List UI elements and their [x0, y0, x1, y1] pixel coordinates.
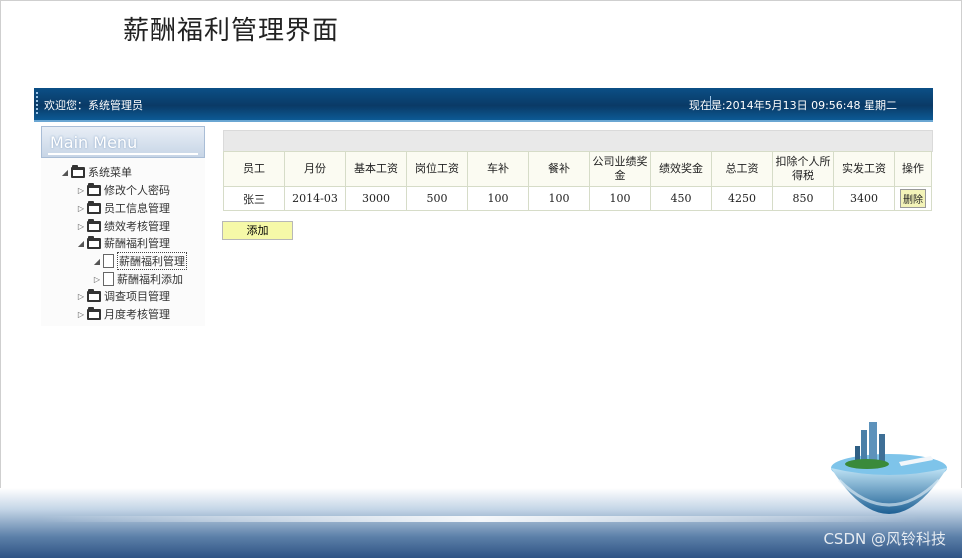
tree-item-label: 绩效考核管理 [104, 220, 170, 233]
cell-employee: 张三 [223, 186, 285, 211]
add-button[interactable]: 添加 [222, 221, 293, 240]
collapsed-triangle-icon[interactable]: ▷ [91, 275, 103, 284]
column-header[interactable]: 餐补 [528, 151, 590, 187]
column-header[interactable]: 月份 [284, 151, 346, 187]
folder-icon [87, 235, 101, 249]
column-header[interactable]: 车补 [467, 151, 529, 187]
cell-position-salary: 500 [406, 186, 468, 211]
tree-item-label: 月度考核管理 [104, 308, 170, 321]
tree-item-survey[interactable]: ▷ 调查项目管理 [75, 288, 170, 304]
tree-item-salary-manage[interactable]: ◢ 薪酬福利管理 [91, 252, 187, 270]
collapsed-triangle-icon[interactable]: ▷ [75, 310, 87, 319]
tree-item-salary[interactable]: ◢ 薪酬福利管理 [75, 235, 170, 251]
cell-income-tax: 850 [772, 186, 834, 211]
column-header[interactable]: 绩效奖金 [650, 151, 712, 187]
expanded-triangle-icon[interactable]: ◢ [91, 257, 103, 266]
table-row[interactable]: 张三 2014-03 3000 500 100 100 100 450 4250… [223, 186, 932, 211]
collapsed-triangle-icon[interactable]: ▷ [75, 204, 87, 213]
tree-root-label: 系统菜单 [88, 166, 132, 179]
collapsed-triangle-icon[interactable]: ▷ [75, 186, 87, 195]
tree-item-label: 薪酬福利添加 [117, 273, 183, 286]
salary-table: 员工 月份 基本工资 岗位工资 车补 餐补 公司业绩奖金 绩效奖金 总工资 扣除… [223, 151, 932, 211]
column-header[interactable]: 公司业绩奖金 [589, 151, 651, 187]
collapsed-triangle-icon[interactable]: ▷ [75, 222, 87, 231]
cell-month: 2014-03 [284, 186, 346, 211]
cell-car-allowance: 100 [467, 186, 529, 211]
folder-icon [87, 218, 101, 232]
cell-total-salary: 4250 [711, 186, 773, 211]
expanded-triangle-icon[interactable]: ◢ [75, 239, 87, 248]
sidebar-header-underline [48, 153, 198, 155]
cell-meal-allowance: 100 [528, 186, 590, 211]
table-header-row: 员工 月份 基本工资 岗位工资 车补 餐补 公司业绩奖金 绩效奖金 总工资 扣除… [223, 151, 932, 187]
tree-item-monthly-review[interactable]: ▷ 月度考核管理 [75, 306, 170, 322]
tree-item-label: 员工信息管理 [104, 202, 170, 215]
delete-button[interactable]: 删除 [900, 189, 926, 208]
sidebar: Main Menu ◢ 系统菜单 ▷ 修改个人密码 ▷ 员工信息管理 ▷ 绩效考… [41, 126, 205, 326]
column-header: 操作 [894, 151, 932, 187]
column-header[interactable]: 岗位工资 [406, 151, 468, 187]
sidebar-header: Main Menu [41, 126, 205, 158]
cell-performance-bonus: 450 [650, 186, 712, 211]
cell-actions: 删除 [894, 186, 932, 211]
current-datetime: 现在是:2014年5月13日 09:56:48 星期二 [688, 99, 897, 112]
folder-icon [87, 182, 101, 196]
city-globe-icon [831, 422, 947, 514]
cell-company-bonus: 100 [589, 186, 651, 211]
tree-item-label-selected: 薪酬福利管理 [117, 252, 187, 270]
header-divider [36, 92, 40, 114]
tree-item-label: 调查项目管理 [104, 290, 170, 303]
cell-net-salary: 3400 [833, 186, 895, 211]
footer-banner [0, 488, 962, 558]
tree-item-label: 修改个人密码 [104, 184, 170, 197]
footer-light-streak [40, 516, 920, 522]
sidebar-title: Main Menu [50, 133, 138, 152]
collapsed-triangle-icon[interactable]: ▷ [75, 292, 87, 301]
welcome-text: 欢迎您：系统管理员 [44, 99, 143, 112]
tree-item-employee-info[interactable]: ▷ 员工信息管理 [75, 200, 170, 216]
column-header[interactable]: 扣除个人所得税 [772, 151, 834, 187]
cell-base-salary: 3000 [345, 186, 407, 211]
tree-item-salary-add[interactable]: ▷ 薪酬福利添加 [91, 271, 183, 287]
grid-toolbar [223, 130, 933, 152]
page-title: 薪酬福利管理界面 [123, 16, 340, 46]
document-icon [103, 272, 114, 286]
tree-item-change-password[interactable]: ▷ 修改个人密码 [75, 182, 170, 198]
tree-item-performance[interactable]: ▷ 绩效考核管理 [75, 218, 170, 234]
top-header-bar: 欢迎您：系统管理员 现在是:2014年5月13日 09:56:48 星期二 [34, 88, 933, 122]
expanded-triangle-icon[interactable]: ◢ [59, 168, 71, 177]
folder-icon [87, 288, 101, 302]
document-icon [103, 254, 114, 268]
column-header[interactable]: 总工资 [711, 151, 773, 187]
column-header[interactable]: 实发工资 [833, 151, 895, 187]
watermark-text: CSDN @风铃科技 [823, 530, 946, 548]
folder-icon [87, 200, 101, 214]
tree-item-label: 薪酬福利管理 [104, 237, 170, 250]
column-header[interactable]: 员工 [223, 151, 285, 187]
column-header[interactable]: 基本工资 [345, 151, 407, 187]
tree-root[interactable]: ◢ 系统菜单 [59, 164, 132, 180]
folder-icon [87, 306, 101, 320]
folder-icon [71, 164, 85, 178]
